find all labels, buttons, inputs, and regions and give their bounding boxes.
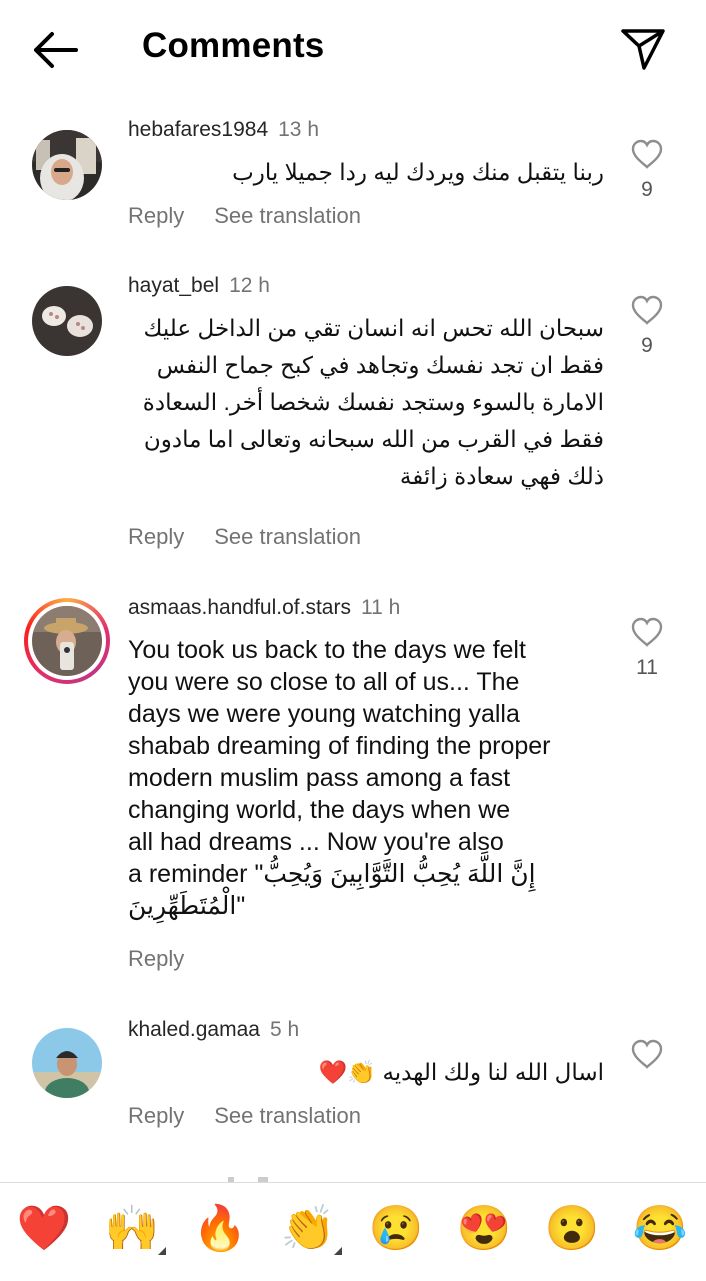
comment-meta: hayat_bel 12 h bbox=[128, 274, 270, 298]
heart-outline-icon[interactable] bbox=[630, 294, 664, 326]
like-control[interactable]: 11 bbox=[624, 616, 670, 680]
comment-line: days we were young watching yalla bbox=[128, 700, 520, 728]
comment-actions: Reply See translation bbox=[128, 1103, 391, 1129]
comment-text: ربنا يتقبل منك ويردك ليه ردا جميلا يارب bbox=[232, 159, 604, 185]
timestamp: 12 h bbox=[229, 274, 270, 297]
comment-actions: Reply See translation bbox=[128, 524, 391, 550]
comment-line: all had dreams ... Now you're also bbox=[128, 828, 504, 856]
timestamp: 5 h bbox=[269, 1018, 300, 1041]
back-arrow-icon[interactable] bbox=[30, 28, 80, 72]
see-translation-button[interactable]: See translation bbox=[214, 524, 361, 549]
comment-line: سبحان الله تحس انه انسان تقي من الداخل ع… bbox=[143, 315, 604, 341]
send-icon[interactable] bbox=[618, 24, 668, 74]
like-count: 9 bbox=[641, 334, 653, 357]
avatar[interactable] bbox=[32, 130, 102, 200]
comment-text: سبحان الله تحس انه انسان تقي من الداخل ع… bbox=[143, 310, 604, 495]
story-ring-avatar[interactable] bbox=[24, 598, 110, 684]
like-count: 11 bbox=[636, 656, 658, 679]
emoji-tears-of-joy[interactable]: 😂 bbox=[630, 1203, 690, 1255]
username[interactable]: khaled.gamaa bbox=[128, 1018, 260, 1041]
timestamp: 11 h bbox=[360, 596, 401, 619]
avatar[interactable] bbox=[32, 1028, 102, 1098]
heart-outline-icon[interactable] bbox=[630, 616, 664, 648]
emoji-surprised-face[interactable]: 😮 bbox=[542, 1203, 602, 1255]
comment-text: اسال الله لنا ولك الهديه 👏❤️ bbox=[318, 1059, 604, 1085]
page-title: Comments bbox=[142, 26, 325, 65]
comment-line: shabab dreaming of finding the proper bbox=[128, 732, 551, 760]
emoji-raised-hands[interactable]: 🙌 bbox=[102, 1203, 162, 1255]
emoji-heart[interactable]: ❤️ bbox=[14, 1203, 74, 1255]
username[interactable]: hayat_bel bbox=[128, 274, 219, 297]
see-translation-button[interactable]: See translation bbox=[214, 203, 361, 228]
skin-tone-indicator-icon bbox=[158, 1247, 166, 1255]
username[interactable]: hebafares1984 bbox=[128, 118, 268, 141]
emoji-clapping-hands[interactable]: 👏 bbox=[278, 1203, 338, 1255]
comment-line: فقط في القرب من الله سبحانه وتعالى اما م… bbox=[143, 426, 604, 452]
reply-button[interactable]: Reply bbox=[128, 946, 184, 971]
comment-actions: Reply bbox=[128, 946, 214, 972]
emoji-reaction-bar: ❤️ 🙌 🔥 👏 😢 😍 😮 😂 bbox=[0, 1182, 706, 1281]
comment-line: modern muslim pass among a fast bbox=[128, 764, 511, 792]
comment-meta: asmaas.handful.of.stars 11 h bbox=[128, 596, 400, 620]
timestamp: 13 h bbox=[278, 118, 319, 141]
next-comment-peek bbox=[128, 1170, 308, 1182]
avatar[interactable] bbox=[32, 286, 102, 356]
heart-outline-icon[interactable] bbox=[630, 1038, 664, 1070]
header-bar: Comments bbox=[0, 0, 706, 96]
emoji-heart-eyes[interactable]: 😍 bbox=[454, 1203, 514, 1255]
skin-tone-indicator-icon bbox=[334, 1247, 342, 1255]
heart-outline-icon[interactable] bbox=[630, 138, 664, 170]
see-translation-button[interactable]: See translation bbox=[214, 1103, 361, 1128]
comment-line: ذلك فهي سعادة زائفة bbox=[399, 463, 604, 489]
comment-line: a reminder "إِنَّ اللَّهَ يُحِبُّ التَّو… bbox=[128, 860, 536, 888]
like-control[interactable] bbox=[624, 1038, 670, 1070]
comment-line: you were so close to all of us... The bbox=[128, 668, 520, 696]
comment-text: You took us back to the days we felt you… bbox=[128, 634, 598, 922]
comment-line: You took us back to the days we felt bbox=[128, 636, 526, 664]
like-control[interactable]: 9 bbox=[624, 138, 670, 202]
like-control[interactable]: 9 bbox=[624, 294, 670, 358]
comment-meta: khaled.gamaa 5 h bbox=[128, 1018, 299, 1042]
emoji-fire[interactable]: 🔥 bbox=[190, 1203, 250, 1255]
username[interactable]: asmaas.handful.of.stars bbox=[128, 596, 351, 619]
comment-line: الْمُتَطَهِّرِينَ" bbox=[128, 892, 246, 920]
reply-button[interactable]: Reply bbox=[128, 1103, 184, 1128]
comment-meta: hebafares1984 13 h bbox=[128, 118, 319, 142]
comment-line: changing world, the days when we bbox=[128, 796, 511, 824]
reply-button[interactable]: Reply bbox=[128, 524, 184, 549]
reply-button[interactable]: Reply bbox=[128, 203, 184, 228]
like-count: 9 bbox=[641, 178, 653, 201]
comment-actions: Reply See translation bbox=[128, 203, 391, 229]
emoji-crying-face[interactable]: 😢 bbox=[366, 1203, 426, 1255]
comment-line: فقط ان تجد نفسك وتجاهد في كبح جماح النفس bbox=[156, 352, 604, 378]
comment-line: الامارة بالسوء وستجد نفسك شخصا أخر. السع… bbox=[142, 389, 604, 415]
